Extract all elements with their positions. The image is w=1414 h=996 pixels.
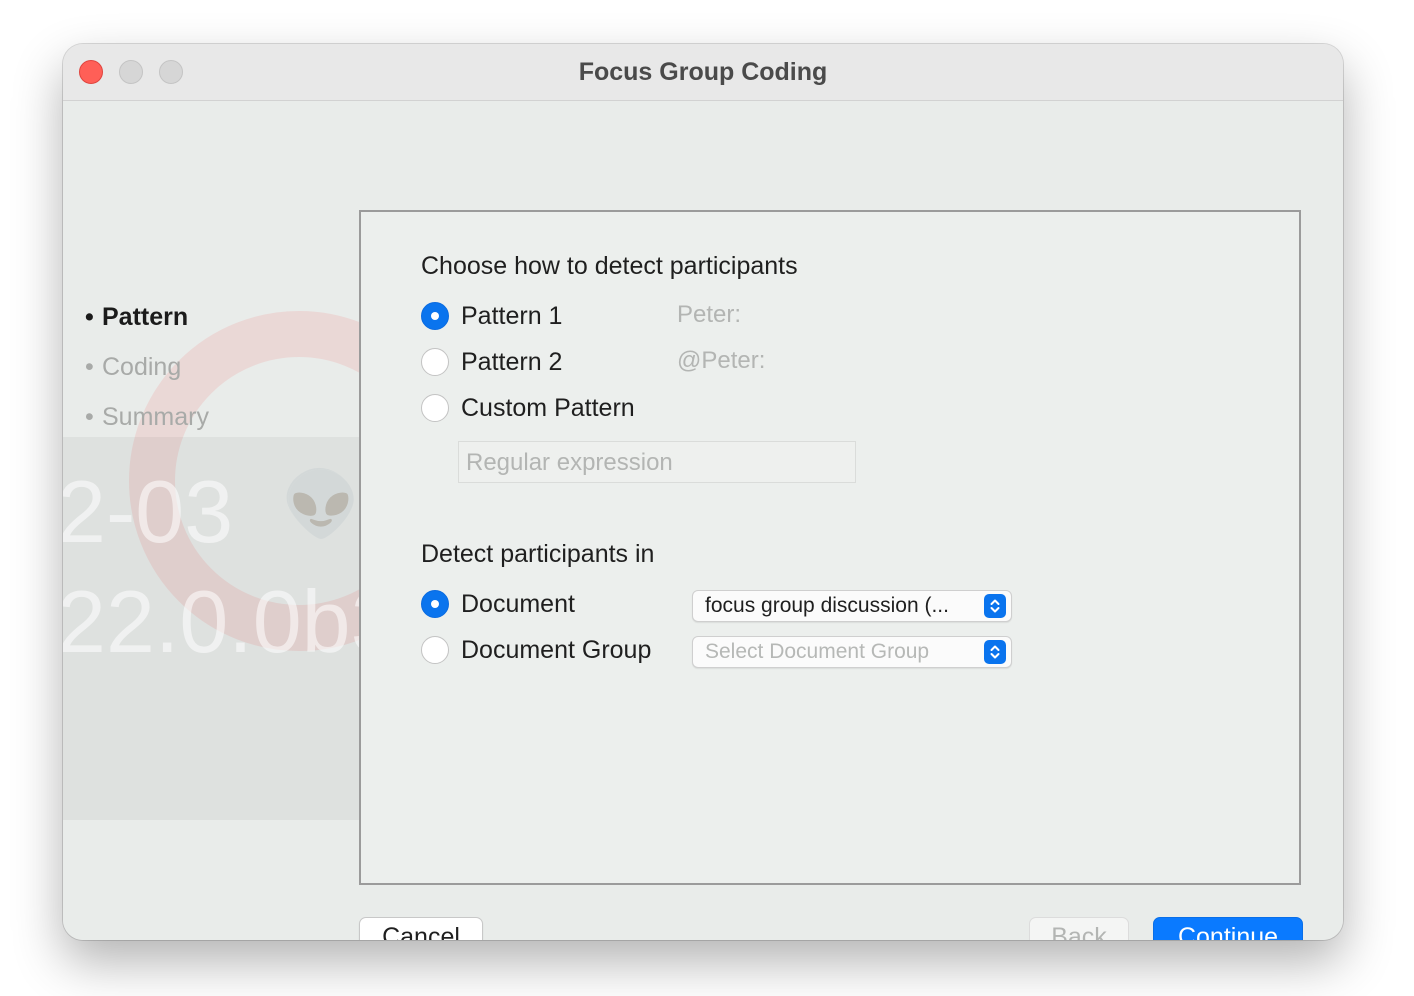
radio-button[interactable] bbox=[421, 348, 449, 376]
radio-button[interactable] bbox=[421, 636, 449, 664]
title-bar: Focus Group Coding bbox=[63, 44, 1343, 101]
step-summary: • Summary bbox=[85, 399, 209, 449]
pattern-1-example: Peter: bbox=[677, 301, 742, 328]
step-label: Summary bbox=[102, 403, 209, 431]
up-down-chevron-icon bbox=[984, 594, 1006, 618]
back-button[interactable]: Back bbox=[1029, 917, 1129, 940]
alien-emoji-icon: 👽 bbox=[281, 468, 361, 540]
step-bullet-icon: • bbox=[85, 353, 94, 381]
dialog-window: Focus Group Coding 2-03 19:10 22.0.0b318… bbox=[63, 44, 1343, 940]
radio-label: Document Group bbox=[461, 636, 652, 664]
continue-button[interactable]: Continue bbox=[1153, 917, 1303, 940]
regex-input[interactable]: Regular expression bbox=[458, 441, 856, 483]
window-title: Focus Group Coding bbox=[578, 58, 828, 86]
detect-heading: Detect participants in bbox=[421, 540, 655, 568]
step-label: Coding bbox=[102, 353, 182, 381]
step-bullet-icon: • bbox=[85, 403, 94, 431]
pattern-heading: Choose how to detect participants bbox=[421, 252, 798, 280]
document-popup[interactable]: focus group discussion (... bbox=[692, 590, 1012, 622]
radio-label: Custom Pattern bbox=[461, 394, 635, 422]
step-label: Pattern bbox=[102, 303, 189, 331]
pattern-panel: Choose how to detect participants Patter… bbox=[359, 210, 1301, 885]
step-bullet-icon: • bbox=[85, 303, 94, 331]
popup-value: Select Document Group bbox=[705, 640, 930, 663]
cancel-button[interactable]: Cancel bbox=[359, 917, 483, 940]
radio-label: Pattern 1 bbox=[461, 302, 563, 330]
steps-sidebar: • Pattern • Coding • Summary bbox=[85, 299, 209, 449]
pattern-2-example: @Peter: bbox=[677, 347, 766, 374]
radio-button-selected[interactable] bbox=[421, 302, 449, 330]
radio-label: Pattern 2 bbox=[461, 348, 563, 376]
step-coding: • Coding bbox=[85, 349, 209, 399]
up-down-chevron-icon bbox=[984, 640, 1006, 664]
radio-button[interactable] bbox=[421, 394, 449, 422]
popup-value: focus group discussion (... bbox=[705, 594, 949, 617]
dialog-content: 2-03 19:10 22.0.0b3185 👽 • Pattern • Codin… bbox=[63, 101, 1343, 940]
radio-button-selected[interactable] bbox=[421, 590, 449, 618]
radio-label: Document bbox=[461, 590, 575, 618]
document-group-popup[interactable]: Select Document Group bbox=[692, 636, 1012, 668]
step-pattern: • Pattern bbox=[85, 299, 209, 349]
